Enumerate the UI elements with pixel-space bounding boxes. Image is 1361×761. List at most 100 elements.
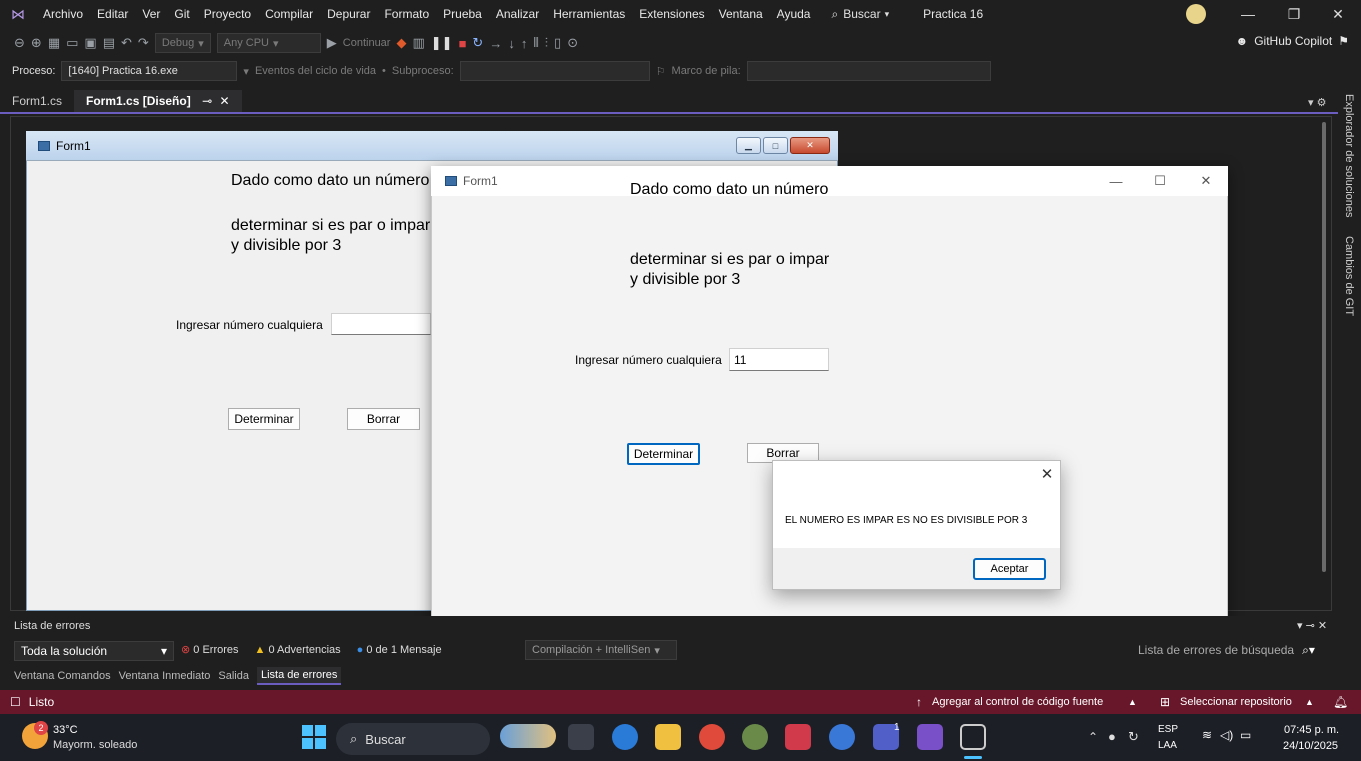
maximize-icon[interactable]: ☐ <box>1137 166 1183 196</box>
aceptar-button[interactable]: Aceptar <box>973 558 1046 580</box>
open-icon[interactable]: ▭ <box>66 35 78 51</box>
add-source-control-button[interactable]: Agregar al control de código fuente <box>932 696 1103 708</box>
errors-filter[interactable]: ⊗ 0 Errores <box>181 643 239 656</box>
notification-bell-icon[interactable]: 🔔︎ <box>1333 695 1348 709</box>
step-out-icon[interactable]: ↑ <box>521 36 528 51</box>
pin-icon[interactable]: ⊸ <box>202 94 212 108</box>
menu-analizar[interactable]: Analizar <box>489 0 546 28</box>
platform-select[interactable]: Any CPU ▾ <box>216 33 321 53</box>
error-search-input[interactable]: Lista de errores de búsqueda ⌕▾ <box>1138 640 1332 660</box>
copilot-button[interactable]: ☻ GitHub Copilot ⚑ <box>1236 34 1349 48</box>
stack-frame-select[interactable] <box>746 61 991 81</box>
restart-icon[interactable]: ↻ <box>472 35 483 51</box>
thread-select[interactable] <box>459 61 650 81</box>
menu-editar[interactable]: Editar <box>90 0 135 28</box>
volume-icon[interactable]: ◁) <box>1220 728 1233 742</box>
tab-error-list[interactable]: Lista de errores <box>256 667 342 685</box>
tray-app-icon[interactable]: ● <box>1108 729 1116 744</box>
undo-icon[interactable]: ↶ <box>121 35 132 51</box>
select-repo-button[interactable]: Seleccionar repositorio <box>1180 696 1292 708</box>
close-tab-icon[interactable]: ✕ <box>219 94 229 108</box>
tools-icon[interactable]: ▥ <box>412 35 424 51</box>
run-determinar-button[interactable]: Determinar <box>627 443 700 465</box>
chevron-up-icon[interactable]: ⌃ <box>1088 730 1098 744</box>
tab-form1-cs[interactable]: Form1.cs <box>0 90 74 112</box>
tray-sync-icon[interactable]: ↻ <box>1128 729 1139 745</box>
git-changes-tab[interactable]: Cambios de GIT <box>1343 236 1355 316</box>
warnings-filter[interactable]: ▲ 0 Advertencias <box>255 644 341 656</box>
menu-extensiones[interactable]: Extensiones <box>632 0 711 28</box>
scope-select[interactable]: Toda la solución ▾ <box>14 641 174 661</box>
minimize-icon[interactable]: — <box>1225 0 1271 28</box>
close-icon[interactable]: ✕ <box>1183 166 1229 196</box>
menu-archivo[interactable]: Archivo <box>36 0 90 28</box>
keyboard-layout[interactable]: LAA <box>1158 740 1177 751</box>
user-avatar[interactable] <box>1186 4 1206 24</box>
menu-ver[interactable]: Ver <box>135 0 167 28</box>
menu-ventana[interactable]: Ventana <box>712 0 770 28</box>
menu-herramientas[interactable]: Herramientas <box>546 0 632 28</box>
menu-git[interactable]: Git <box>167 0 196 28</box>
panel-options-icon[interactable]: ▾ ⊸ ✕ <box>1297 619 1327 632</box>
process-select[interactable]: [1640] Practica 16.exe <box>61 61 238 81</box>
hot-reload-icon[interactable]: ◆ <box>396 35 406 51</box>
step-into-icon[interactable]: ↓ <box>508 36 515 51</box>
battery-icon[interactable]: ▭ <box>1240 728 1251 742</box>
feedback-icon[interactable]: ⚑ <box>1338 34 1349 48</box>
tab-overflow-icon[interactable]: ▾ ⚙ <box>1308 96 1326 109</box>
tab-output[interactable]: Salida <box>218 670 249 682</box>
new-item-icon[interactable]: ▦ <box>48 35 60 51</box>
play-icon[interactable]: ▶ <box>327 35 337 51</box>
menu-ayuda[interactable]: Ayuda <box>770 0 818 28</box>
menu-proyecto[interactable]: Proyecto <box>197 0 258 28</box>
app-icon[interactable] <box>742 724 768 750</box>
wifi-icon[interactable]: ≋ <box>1202 728 1212 742</box>
save-icon[interactable]: ▣ <box>84 35 96 51</box>
design-determinar-button[interactable]: Determinar <box>228 408 300 430</box>
task-view-icon[interactable] <box>568 724 594 750</box>
run-number-input[interactable]: 11 <box>729 348 829 371</box>
close-icon[interactable]: ✕ <box>1315 0 1361 28</box>
autocad-icon[interactable] <box>785 724 811 750</box>
forward-icon[interactable]: ⊕ <box>31 35 42 51</box>
configuration-select[interactable]: Debug ▾ <box>154 33 211 53</box>
continue-label[interactable]: Continuar <box>343 37 391 49</box>
search-highlight-icon[interactable] <box>500 724 556 748</box>
back-icon[interactable]: ⊖ <box>14 35 25 51</box>
design-number-input[interactable] <box>331 313 431 335</box>
save-all-icon[interactable]: ▤ <box>103 35 115 51</box>
file-explorer-icon[interactable] <box>655 724 681 750</box>
taskbar-search[interactable]: ⌕ Buscar <box>336 723 490 755</box>
restore-icon[interactable]: ❐ <box>1271 0 1317 28</box>
format-icon[interactable]: ⫶ <box>545 35 548 51</box>
lifecycle-events-button[interactable]: Eventos del ciclo de vida <box>255 65 376 77</box>
menu-formato[interactable]: Formato <box>377 0 436 28</box>
step-over-icon[interactable]: → <box>489 36 502 51</box>
menu-depurar[interactable]: Depurar <box>320 0 377 28</box>
stop-icon[interactable]: ■ <box>459 36 467 51</box>
search-button[interactable]: ⌕ Buscar ▾ <box>821 7 899 22</box>
flag-icon[interactable]: ⚐ <box>656 65 666 78</box>
solution-explorer-tab[interactable]: Explorador de soluciones <box>1343 94 1355 218</box>
messages-filter[interactable]: ● 0 de 1 Mensaje <box>357 644 442 656</box>
design-borrar-button[interactable]: Borrar <box>347 408 420 430</box>
edge-icon[interactable] <box>612 724 638 750</box>
tab-form1-design[interactable]: Form1.cs [Diseño] ⊸ ✕ <box>74 90 242 112</box>
close-icon[interactable]: ✕ <box>1036 462 1058 486</box>
build-filter-select[interactable]: Compilación + IntelliSen ▾ <box>525 640 677 660</box>
minimize-icon[interactable]: — <box>1093 166 1139 196</box>
pause-icon[interactable]: ❚❚ <box>431 35 453 51</box>
zoom-icon[interactable]: ⊙ <box>567 35 578 51</box>
tab-command-window[interactable]: Ventana Comandos <box>14 670 111 682</box>
chrome-profile-icon[interactable] <box>829 724 855 750</box>
chrome-icon[interactable] <box>699 724 725 750</box>
layout-icon[interactable]: ▯ <box>554 35 561 51</box>
menu-prueba[interactable]: Prueba <box>436 0 489 28</box>
scrollbar-thumb[interactable] <box>1322 122 1326 572</box>
visual-studio-icon[interactable] <box>917 724 943 750</box>
clock-date[interactable]: 24/10/2025 <box>1283 740 1338 752</box>
visual-studio-logo-icon[interactable]: ⋈ <box>0 0 36 28</box>
align-icon[interactable]: ⫴ <box>533 35 538 51</box>
menu-compilar[interactable]: Compilar <box>258 0 320 28</box>
language-code[interactable]: ESP <box>1158 724 1178 735</box>
